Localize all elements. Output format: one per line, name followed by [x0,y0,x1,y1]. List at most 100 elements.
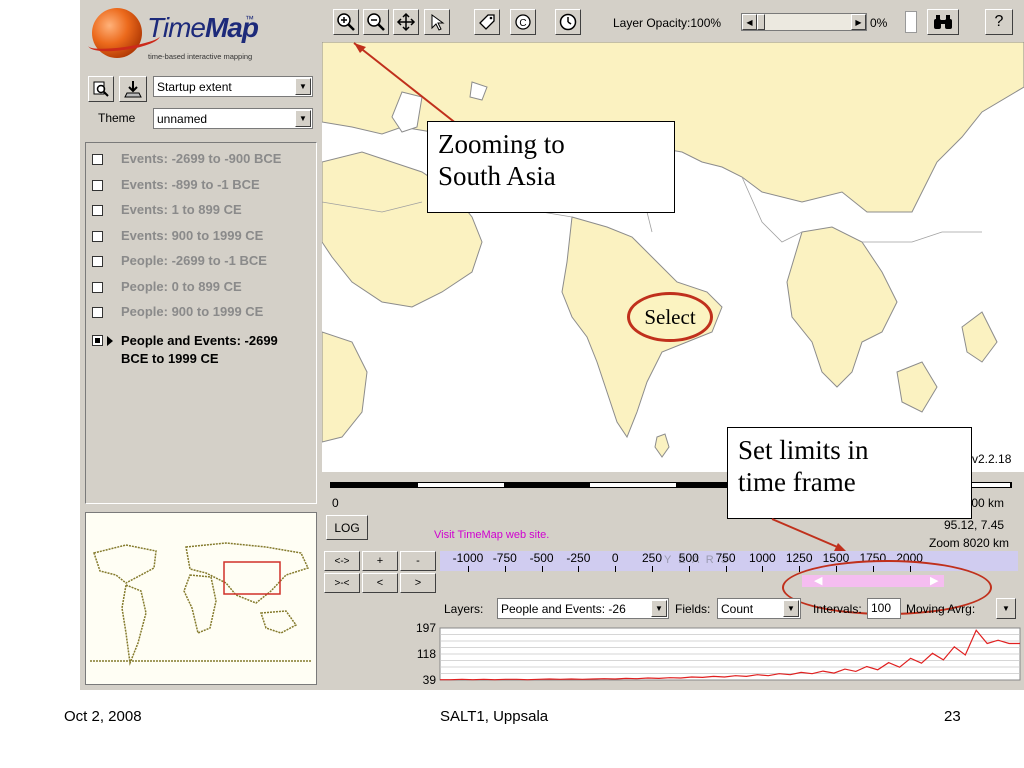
timeline-tick-label: 250 [641,551,663,565]
timeline-tick-label: 0 [611,551,619,565]
layer-item[interactable]: Events: -899 to -1 BCE [92,177,260,192]
slider-thumb[interactable] [757,14,765,30]
layer-checkbox[interactable] [92,307,103,318]
moving-average-dropdown-icon[interactable]: ▼ [996,598,1016,619]
layer-item[interactable]: Events: -2699 to -900 BCE [92,151,281,166]
timeline-tick-label: -750 [492,551,517,565]
select-annotation: Select [627,292,713,342]
logo-text: TimeMap [147,12,259,43]
download-stack-icon [124,81,142,98]
timeline-tick-mark [652,566,653,572]
timeline-collapse-button[interactable]: >-< [324,573,360,593]
layer-checkbox[interactable] [92,154,103,165]
slider-left-arrow-icon[interactable]: ◀ [742,14,757,30]
logo-tagline: time-based interactive mapping [148,52,253,61]
layer-label-line1: People and Events: -2699 [121,333,278,348]
chart-layer-value: People and Events: -26 [501,601,626,616]
timeline-minus-button[interactable]: - [400,551,436,571]
zoom-in-button[interactable] [333,9,359,35]
layer-list: Events: -2699 to -900 BCE Events: -899 t… [85,142,317,504]
slider-right-arrow-icon[interactable]: ▶ [851,14,866,30]
fields-label: Fields: [675,602,711,616]
timeline-back-button[interactable]: < [362,573,398,593]
layer-label: Events: 1 to 899 CE [121,202,242,217]
chart-y-tick-label: 118 [417,647,436,661]
theme-select[interactable]: unnamed ▼ [153,108,313,129]
select-arrow-icon [431,14,445,31]
zoom-readout: Zoom 8020 km [929,536,1010,550]
select-button[interactable] [424,9,450,35]
timeline-expand-button[interactable]: <-> [324,551,360,571]
layer-checkbox[interactable] [92,256,103,267]
timeline-tick-mark [762,566,764,572]
layer-item[interactable]: People: 0 to 899 CE [92,279,242,294]
binoculars-icon [934,15,952,29]
chevron-down-icon: ▼ [295,110,311,127]
intervals-label: Intervals: [813,602,862,616]
chart-y-tick-label: 39 [423,673,437,686]
layer-item[interactable]: People: 900 to 1999 CE [92,304,263,319]
map-canvas: v2.2.18 [322,42,1024,472]
copyright-button[interactable]: C [510,9,536,35]
help-button[interactable]: ? [985,9,1013,35]
layer-label-line2: BCE to 1999 CE [121,351,219,366]
timeline-chart: 197 118 39 [380,621,1024,687]
chart-y-tick-label: 197 [416,622,436,635]
save-extent-button[interactable] [119,76,147,102]
zoom-extent-button[interactable] [88,76,114,102]
find-button[interactable] [927,9,959,35]
limits-annotation-box: Set limits in time frame [727,427,972,519]
opacity-min-label: 0% [870,16,888,30]
layers-label: Layers: [444,602,484,616]
chart-svg: 197 118 39 [416,621,1021,687]
layer-item-active[interactable]: People and Events: -2699 BCE to 1999 CE [92,332,278,368]
timeline-tick-label: -250 [566,551,591,565]
timeline-plus-button[interactable]: + [362,551,398,571]
label-tag-button[interactable] [474,9,500,35]
chart-layer-select[interactable]: People and Events: -26 ▼ [497,598,669,619]
expand-triangle-icon[interactable] [107,336,113,346]
layer-checkbox-checked[interactable] [92,335,103,346]
layer-checkbox[interactable] [92,180,103,191]
overview-map[interactable] [85,512,317,685]
copyright-icon: C [515,14,531,30]
chevron-down-icon: ▼ [295,78,311,95]
layer-checkbox[interactable] [92,205,103,216]
layer-item[interactable]: Events: 900 to 1999 CE [92,228,263,243]
color-swatch[interactable] [905,11,917,33]
visit-website-link[interactable]: Visit TimeMap web site. [434,529,549,541]
layer-item[interactable]: Events: 1 to 899 CE [92,202,242,217]
logo-trademark: ™ [245,14,254,24]
layer-label: Events: 900 to 1999 CE [121,228,264,243]
log-button[interactable]: LOG [326,515,368,540]
timeline-tick-label: -1000 [452,551,484,565]
extent-select[interactable]: Startup extent ▼ [153,76,313,97]
timeline-tick-mark [578,566,580,572]
scale-zero-label: 0 [332,496,339,510]
timeline-tick-label: -500 [529,551,554,565]
fields-select[interactable]: Count ▼ [717,598,801,619]
opacity-slider[interactable]: ◀ ▶ [741,13,867,31]
overview-extent-box[interactable] [223,561,281,595]
zoom-out-button[interactable] [363,9,389,35]
pan-button[interactable] [393,9,419,35]
layer-checkbox[interactable] [92,282,103,293]
layer-label: Events: -2699 to -900 BCE [121,151,282,166]
clock-icon [559,13,577,31]
chevron-down-icon: ▼ [651,600,667,617]
layer-label: People: 900 to 1999 CE [121,304,264,319]
map-view[interactable]: v2.2.18 [322,42,1024,472]
chevron-down-icon: ▼ [783,600,799,617]
layer-checkbox[interactable] [92,231,103,242]
layer-label: People and Events: -2699 BCE to 1999 CE [121,332,278,368]
limits-annotation-line2: time frame [738,467,856,497]
timeline-forward-button[interactable]: > [400,573,436,593]
tag-icon [479,14,495,30]
zoom-annotation-line1: Zooming to [438,129,565,159]
intervals-input[interactable]: 100 [867,598,901,619]
timeline-tick-mark [615,566,617,572]
opacity-label: Layer Opacity:100% [613,16,722,30]
theme-select-value: unnamed [157,111,208,126]
layer-item[interactable]: People: -2699 to -1 BCE [92,253,267,268]
time-button[interactable] [555,9,581,35]
